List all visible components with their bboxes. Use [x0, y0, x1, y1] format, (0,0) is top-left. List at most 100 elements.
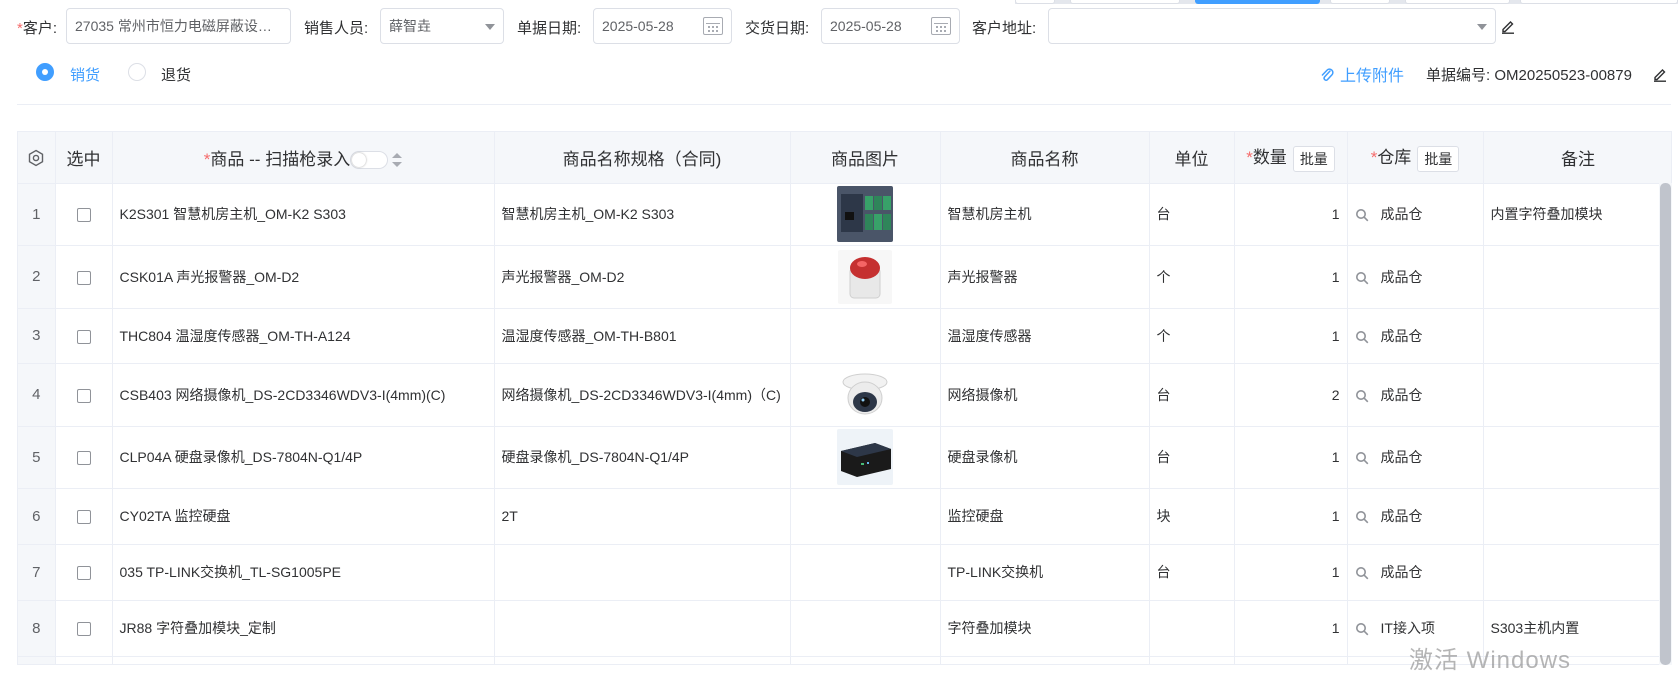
settings-icon[interactable]	[27, 149, 45, 167]
search-icon[interactable]	[1355, 510, 1369, 524]
cell-remark[interactable]	[1483, 245, 1671, 309]
cell-warehouse[interactable]: 成品仓	[1347, 544, 1484, 601]
table-row[interactable]: 5 CLP04A 硬盘录像机_DS-7804N-Q1/4P 硬盘录像机_DS-7…	[18, 426, 1671, 489]
cell-qty[interactable]: 1	[1234, 488, 1348, 545]
address-select[interactable]	[1048, 8, 1496, 44]
radio-sales-label[interactable]: 销货	[70, 64, 100, 85]
sales-select[interactable]: 薛智垚	[380, 8, 504, 44]
settings-header-cell[interactable]	[18, 132, 56, 184]
row-checkbox[interactable]	[76, 451, 91, 466]
cell-product[interactable]: K2S301 智慧机房主机_OM-K2 S303	[112, 183, 495, 246]
product-image-nvr[interactable]	[837, 429, 893, 485]
cell-warehouse[interactable]: 成品仓	[1347, 488, 1484, 545]
table-row[interactable]: 7 035 TP-LINK交换机_TL-SG1005PE TP-LINK交换机 …	[18, 544, 1671, 601]
top-tab[interactable]	[1015, 0, 1055, 4]
row-select-cell	[55, 544, 113, 601]
row-checkbox[interactable]	[76, 329, 91, 344]
cell-qty[interactable]: 1	[1234, 600, 1348, 657]
edit-icon[interactable]	[1500, 18, 1516, 34]
product-image-alarm[interactable]	[838, 249, 892, 304]
search-icon[interactable]	[1355, 566, 1369, 580]
cell-spec[interactable]: 声光报警器_OM-D2	[494, 245, 791, 309]
doc-date-input[interactable]: 2025-05-28	[593, 8, 732, 44]
search-icon[interactable]	[1355, 451, 1369, 465]
cell-warehouse[interactable]: 成品仓	[1347, 308, 1484, 364]
cell-product[interactable]: 035 TP-LINK交换机_TL-SG1005PE	[112, 544, 495, 601]
cell-warehouse[interactable]: 成品仓	[1347, 426, 1484, 489]
search-icon[interactable]	[1355, 208, 1369, 222]
radio-sales[interactable]	[36, 63, 54, 81]
top-tab[interactable]	[1070, 0, 1180, 4]
row-checkbox[interactable]	[76, 208, 91, 223]
warehouse-batch-button[interactable]: 批量	[1417, 145, 1460, 172]
row-checkbox[interactable]	[76, 270, 91, 285]
cell-spec[interactable]: 智慧机房主机_OM-K2 S303	[494, 183, 791, 246]
top-tab-active[interactable]	[1195, 0, 1320, 4]
cell-remark[interactable]	[1483, 363, 1671, 427]
row-checkbox[interactable]	[76, 622, 91, 637]
scan-toggle[interactable]	[350, 151, 389, 170]
search-icon[interactable]	[1355, 389, 1369, 403]
cell-qty[interactable]: 1	[1234, 308, 1348, 364]
cell-name: 字符叠加模块	[940, 600, 1150, 657]
cell-unit	[1149, 600, 1235, 657]
delivery-date-input[interactable]: 2025-05-28	[821, 8, 960, 44]
row-checkbox[interactable]	[76, 388, 91, 403]
cell-remark[interactable]	[1483, 544, 1671, 601]
table-row[interactable]: 1 K2S301 智慧机房主机_OM-K2 S303 智慧机房主机_OM-K2 …	[18, 183, 1671, 246]
product-image-camera[interactable]	[838, 367, 892, 422]
col-spec: 商品名称规格（合同)	[494, 132, 791, 184]
table-row[interactable]: 6 CY02TA 监控硬盘 2T 监控硬盘 块 1 成品仓	[18, 488, 1671, 545]
table-row[interactable]: 2 CSK01A 声光报警器_OM-D2 声光报警器_OM-D2 声光报警器 个…	[18, 245, 1671, 309]
product-image-host[interactable]	[837, 186, 893, 242]
sort-icon[interactable]	[392, 153, 403, 168]
cell-remark[interactable]	[1483, 308, 1671, 364]
cell-spec[interactable]: 温湿度传感器_OM-TH-B801	[494, 308, 791, 364]
top-tab[interactable]	[1520, 0, 1678, 4]
cell-unit: 台	[1149, 544, 1235, 601]
cell-product[interactable]: CSB403 网络摄像机_DS-2CD3346WDV3-I(4mm)(C)	[112, 363, 495, 427]
cell-remark[interactable]	[1483, 488, 1671, 545]
radio-returns-label[interactable]: 退货	[161, 64, 191, 85]
warehouse-value: IT接入项	[1380, 620, 1435, 636]
cell-qty[interactable]: 1	[1234, 183, 1348, 246]
search-icon[interactable]	[1355, 271, 1369, 285]
cell-remark[interactable]	[1483, 426, 1671, 489]
row-index: 6	[18, 488, 56, 545]
search-icon[interactable]	[1355, 330, 1369, 344]
upload-attachment-button[interactable]: 上传附件	[1320, 62, 1404, 86]
cell-warehouse[interactable]: 成品仓	[1347, 183, 1484, 246]
cell-warehouse[interactable]: 成品仓	[1347, 245, 1484, 309]
cell-product[interactable]: JR88 字符叠加模块_定制	[112, 600, 495, 657]
cell-spec[interactable]: 2T	[494, 488, 791, 545]
order-items-table: 选中 *商品 -- 扫描枪录入 商品名称规格（合同) 商品图片 商品名称 单位 …	[17, 131, 1672, 665]
cell-qty[interactable]: 2	[1234, 363, 1348, 427]
cell-image	[790, 488, 941, 545]
cell-warehouse[interactable]: 成品仓	[1347, 363, 1484, 427]
cell-qty[interactable]: 1	[1234, 426, 1348, 489]
cell-spec[interactable]: 硬盘录像机_DS-7804N-Q1/4P	[494, 426, 791, 489]
top-tab[interactable]	[1330, 0, 1390, 4]
qty-batch-button[interactable]: 批量	[1292, 145, 1335, 172]
scrollbar-thumb[interactable]	[1660, 183, 1671, 665]
warehouse-value: 成品仓	[1380, 268, 1423, 285]
cell-spec[interactable]: 网络摄像机_DS-2CD3346WDV3-I(4mm)（C)	[494, 363, 791, 427]
cell-product[interactable]: CLP04A 硬盘录像机_DS-7804N-Q1/4P	[112, 426, 495, 489]
table-row[interactable]: 3 THC804 温湿度传感器_OM-TH-A124 温湿度传感器_OM-TH-…	[18, 308, 1671, 364]
row-checkbox[interactable]	[76, 566, 91, 581]
cell-qty[interactable]: 1	[1234, 544, 1348, 601]
cell-product[interactable]: THC804 温湿度传感器_OM-TH-A124	[112, 308, 495, 364]
customer-input[interactable]: 27035 常州市恒力电磁屏蔽设备有限公司	[66, 8, 291, 44]
cell-remark[interactable]: 内置字符叠加模块	[1483, 183, 1671, 246]
row-checkbox[interactable]	[76, 510, 91, 525]
table-row[interactable]: 4 CSB403 网络摄像机_DS-2CD3346WDV3-I(4mm)(C) …	[18, 363, 1671, 427]
search-icon[interactable]	[1355, 622, 1369, 636]
cell-product[interactable]: CY02TA 监控硬盘	[112, 488, 495, 545]
cell-spec[interactable]	[494, 544, 791, 601]
cell-spec[interactable]	[494, 600, 791, 657]
top-tab[interactable]	[1405, 0, 1510, 4]
radio-returns[interactable]	[128, 63, 146, 81]
cell-product[interactable]: CSK01A 声光报警器_OM-D2	[112, 245, 495, 309]
edit-icon[interactable]	[1652, 66, 1668, 82]
cell-qty[interactable]: 1	[1234, 245, 1348, 309]
